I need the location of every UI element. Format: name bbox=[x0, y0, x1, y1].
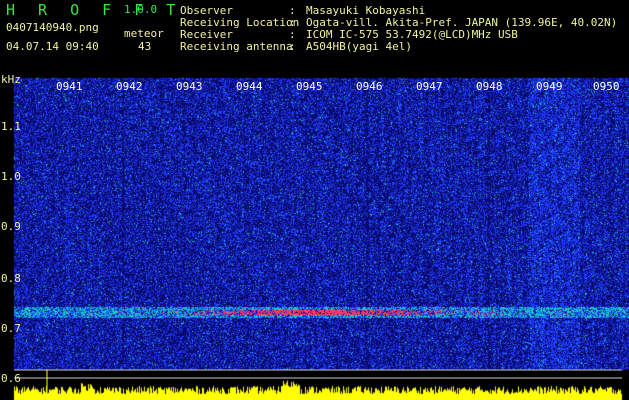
file-name: 0407140940.png bbox=[6, 21, 99, 34]
antenna-label: Receiving antenna bbox=[180, 40, 293, 53]
time-tick-label: 0941 bbox=[56, 80, 83, 93]
y-tick-label: 0.9 bbox=[1, 220, 21, 233]
y-tick-label: 0.8 bbox=[1, 272, 21, 285]
time-tick-label: 0945 bbox=[296, 80, 323, 93]
time-tick-label: 0949 bbox=[536, 80, 563, 93]
axis-unit-label: kHz bbox=[1, 73, 21, 86]
time-tick-label: 0944 bbox=[236, 80, 263, 93]
time-tick-label: 0942 bbox=[116, 80, 143, 93]
y-tick-label: 1.1 bbox=[1, 120, 21, 133]
time-axis-ticks: 0941 0942 0943 0944 0945 0946 0947 0948 0949 0950 bbox=[56, 80, 620, 93]
time-tick-label: 0947 bbox=[416, 80, 443, 93]
observation-datetime: 04.07.14 09:40 bbox=[6, 40, 99, 53]
y-tick-label: 1.0 bbox=[1, 170, 21, 183]
meteor-label: meteor bbox=[124, 27, 164, 40]
spectrogram-overlay: kHz 1.11.00.90.80.70.6 0941 0942 0943 0944 0… bbox=[1, 73, 622, 400]
time-tick-label: 0950 bbox=[593, 80, 620, 93]
header-panel: H R O F F T 1.0.0 0407140940.png 04.07.1… bbox=[0, 0, 629, 72]
time-tick-label: 0943 bbox=[176, 80, 203, 93]
meteor-count: 43 bbox=[138, 40, 152, 53]
antenna-separator: : bbox=[289, 40, 296, 53]
app-version: 1.0.0 bbox=[124, 3, 158, 16]
y-tick-label: 0.7 bbox=[1, 322, 21, 335]
time-tick-label: 0948 bbox=[476, 80, 503, 93]
y-axis-ticks: 1.11.00.90.80.70.6 bbox=[1, 120, 21, 385]
time-tick-label: 0946 bbox=[356, 80, 383, 93]
antenna-value: A504HB(yagi 4el) bbox=[306, 40, 412, 53]
